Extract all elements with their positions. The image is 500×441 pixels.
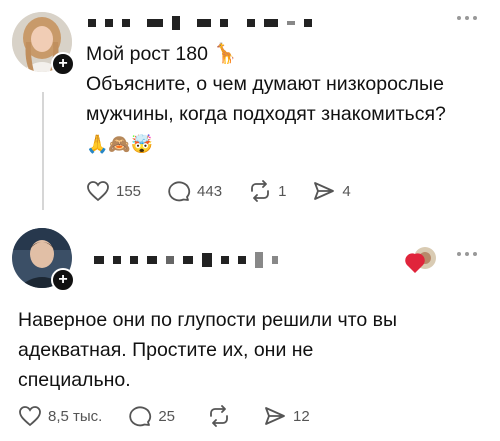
liked-by-author-avatar [405, 246, 437, 278]
repost-button[interactable] [207, 405, 231, 427]
action-bar: 155 443 1 4 [86, 180, 351, 202]
like-button[interactable]: 155 [86, 180, 141, 202]
more-icon[interactable] [455, 12, 479, 24]
repost-button[interactable]: 1 [248, 180, 286, 202]
plus-icon: + [58, 55, 68, 72]
repost-count: 1 [278, 182, 287, 200]
share-count: 12 [293, 407, 310, 425]
like-count: 155 [116, 182, 142, 200]
post-text-line: адекватная. Простите их, они не [18, 339, 314, 361]
more-icon[interactable] [455, 248, 479, 260]
follow-button[interactable]: + [51, 52, 75, 76]
heart-icon [87, 181, 109, 202]
send-icon [314, 182, 335, 200]
post-text-line: Мой рост 180 🦒 [86, 43, 238, 65]
comment-button[interactable]: 443 [167, 180, 222, 202]
action-bar: 8,5 тыс. 25 12 [18, 405, 310, 427]
like-count: 8,5 тыс. [48, 407, 103, 425]
post-reply: + Наверное они по глупости решили что вы… [0, 222, 500, 441]
username-redacted[interactable] [94, 252, 278, 268]
comment-count: 443 [197, 182, 223, 200]
heart-icon [19, 406, 41, 427]
share-count: 4 [342, 182, 351, 200]
follow-button[interactable]: + [51, 268, 75, 292]
send-icon [265, 407, 285, 425]
comment-icon [168, 181, 191, 202]
post-text-line: специально. [18, 369, 131, 391]
thread-line [42, 92, 44, 210]
post-emojis: 🙏🙈🤯 [86, 134, 154, 154]
share-button[interactable]: 4 [312, 180, 351, 202]
post-text-line: Наверное они по глупости решили что вы [18, 309, 398, 331]
repost-icon [210, 405, 228, 427]
comment-count: 25 [158, 407, 176, 425]
comment-icon [129, 406, 152, 427]
comment-button[interactable]: 25 [128, 405, 175, 427]
like-button[interactable]: 8,5 тыс. [18, 405, 102, 427]
heart-icon [405, 253, 425, 273]
repost-icon [251, 180, 269, 202]
post-original: + Мой рост 180 🦒 Объясните, о чем думают… [0, 0, 500, 222]
share-button[interactable]: 12 [263, 405, 310, 427]
username-redacted[interactable] [88, 16, 312, 30]
plus-icon: + [58, 271, 68, 288]
post-text-line: Объясните, о чем думают низкорослые [86, 73, 444, 95]
post-text-line: мужчины, когда подходят знакомиться? [86, 103, 446, 125]
